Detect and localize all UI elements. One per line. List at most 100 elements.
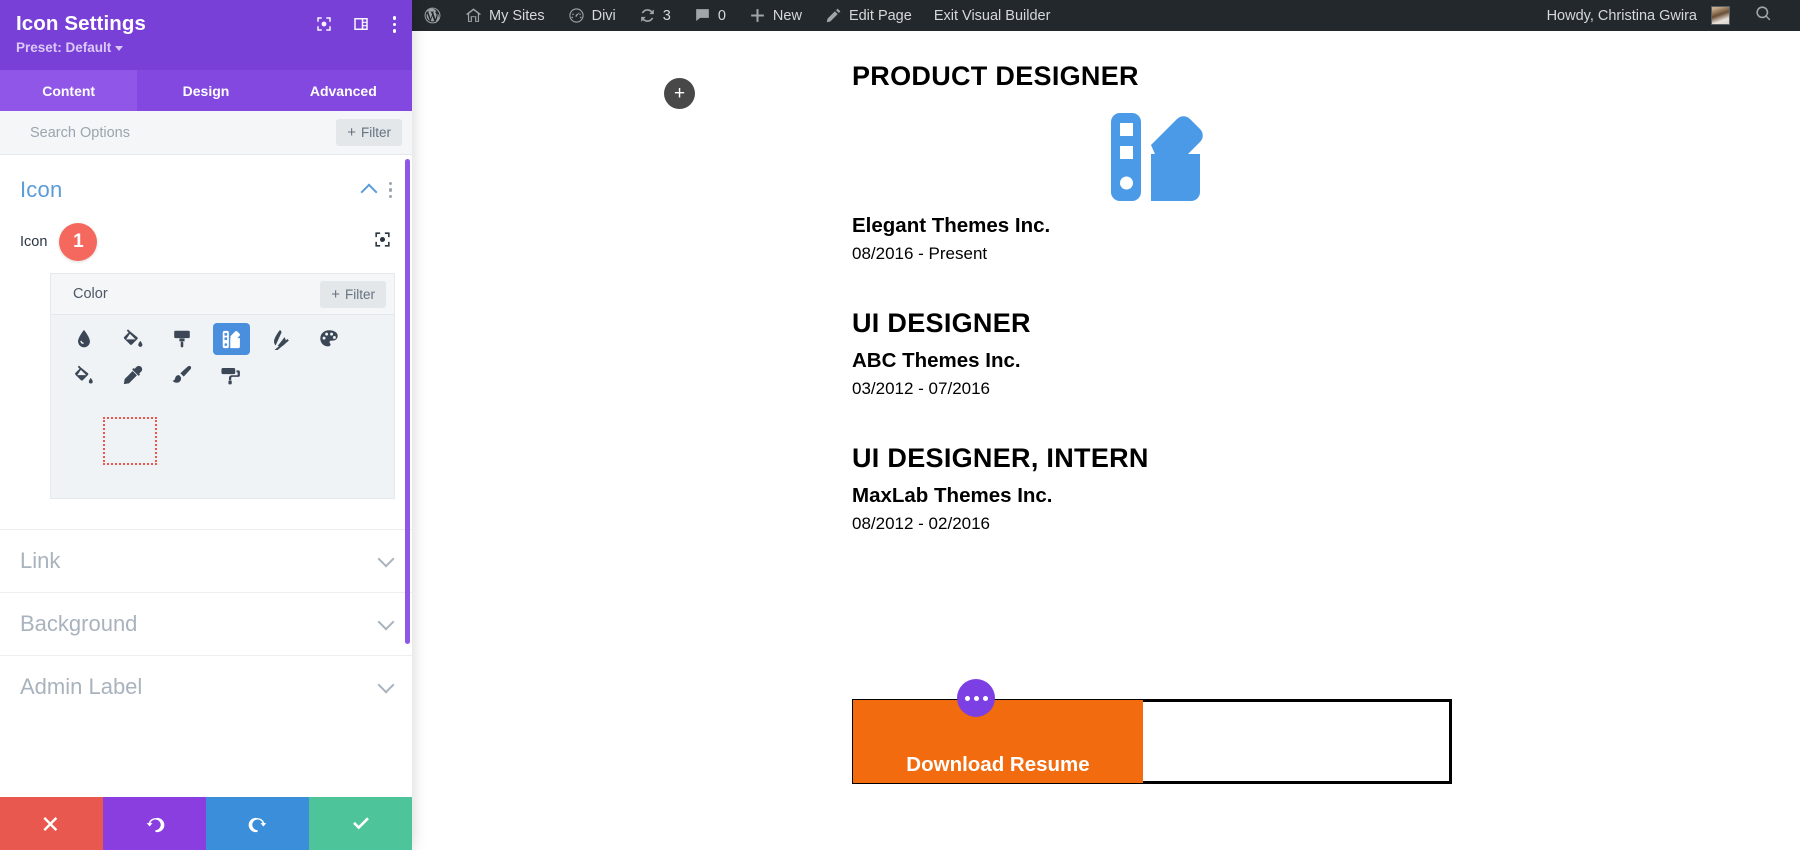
dot [982, 695, 988, 701]
admin-bar-label-my-sites: My Sites [489, 7, 545, 24]
target-icon[interactable] [315, 15, 333, 33]
panel-body: Icon Icon 1 Color + Filter Link Backgrou… [0, 155, 412, 797]
job-company: MaxLab Themes Inc. [852, 484, 1053, 507]
paint-roller-icon [221, 368, 241, 385]
icon-search-input[interactable] [59, 286, 321, 302]
dot [964, 695, 970, 701]
chevron-down-icon [377, 676, 395, 693]
cancel-button[interactable] [0, 797, 103, 850]
icon-option-eye-dropper[interactable] [108, 357, 157, 393]
icon-option-paint-brush-wide[interactable] [157, 321, 206, 357]
dot [388, 194, 392, 199]
section-link-label: Link [20, 548, 61, 573]
job-dates: 08/2012 - 02/2016 [852, 514, 991, 533]
resume-content: PRODUCT DESIGNER Elegant Themes Inc. 08/… [852, 61, 1552, 534]
job-title: UI DESIGNER [852, 308, 1031, 338]
chevron-down-icon [377, 550, 395, 567]
icon-option-fill-drip[interactable] [108, 321, 157, 357]
account-menu[interactable]: Howdy, Christina Gwira [1536, 0, 1741, 31]
section-link[interactable]: Link [0, 529, 412, 592]
divi-icon [568, 8, 584, 23]
job-entry: UI DESIGNER ABC Themes Inc. 03/2012 - 07… [852, 308, 1552, 399]
target-icon[interactable] [373, 230, 392, 249]
admin-bar-item-divi[interactable]: Divi [556, 0, 627, 31]
kebab-menu-icon[interactable] [389, 14, 401, 35]
admin-bar-label-divi: Divi [591, 7, 616, 24]
eye-dropper-icon [123, 365, 142, 385]
panel-header: Icon Settings Preset: Default [0, 0, 412, 70]
panel-search-bar: + Filter [0, 111, 412, 155]
icon-filter-button[interactable]: + Filter [320, 280, 386, 308]
paint-brush-wide-icon [174, 330, 190, 348]
avatar [1711, 6, 1730, 25]
tab-content[interactable]: Content [0, 70, 138, 111]
icon-option-tint-slash[interactable] [256, 321, 305, 357]
admin-bar-search-button[interactable] [1741, 4, 1786, 27]
site-icon [466, 8, 481, 22]
preset-dropdown[interactable]: Preset: Default [16, 40, 146, 55]
admin-bar-label-new: New [772, 7, 802, 24]
icon-option-swatchbook[interactable] [212, 323, 250, 355]
section-admin-label-label: Admin Label [20, 674, 143, 699]
admin-bar-item-exit-visual-builder[interactable]: Exit Visual Builder [923, 0, 1062, 31]
fill-drip-icon [123, 329, 143, 347]
undo-button[interactable] [103, 797, 206, 850]
icon-settings-panel: Icon Settings Preset: Default Content De… [0, 0, 412, 850]
tint-slash-icon [272, 329, 289, 350]
panel-action-bar [0, 797, 412, 850]
updates-icon [640, 9, 654, 22]
panel-title-block: Icon Settings Preset: Default [16, 12, 146, 55]
panel-tabs: Content Design Advanced [0, 70, 412, 111]
icon-option-fill-bucket[interactable] [59, 357, 108, 393]
icon-option-palette[interactable] [305, 321, 354, 357]
chevron-up-icon[interactable] [360, 183, 377, 201]
swatchbook-icon [222, 330, 240, 348]
dot [392, 22, 396, 26]
icon-option-tint[interactable] [59, 321, 108, 357]
kebab-menu-icon[interactable] [388, 181, 392, 199]
icon-option-paint-roller[interactable] [207, 357, 256, 393]
job-entry: PRODUCT DESIGNER Elegant Themes Inc. 08/… [852, 61, 1552, 264]
admin-bar-label-edit-page: Edit Page [848, 7, 912, 24]
search-icon [1756, 6, 1771, 21]
redo-icon [248, 817, 266, 832]
add-module-button[interactable]: + [664, 78, 695, 109]
wp-admin-bar: My Sites Divi 3 0 New Edit Page Exit Vis… [412, 0, 1800, 31]
download-resume-button[interactable]: Download Resume [853, 700, 1143, 783]
search-input[interactable] [10, 124, 337, 141]
admin-bar-item-updates[interactable]: 3 [627, 0, 682, 31]
save-button[interactable] [309, 797, 412, 850]
admin-bar-item-edit-page[interactable]: Edit Page [813, 0, 923, 31]
tab-advanced[interactable]: Advanced [275, 70, 412, 111]
icon-field-label: Icon [20, 234, 48, 250]
icon-picker: + Filter [50, 273, 395, 499]
preset-label: Preset: Default [16, 40, 112, 55]
layout-icon[interactable] [352, 15, 370, 33]
admin-bar-item-my-sites[interactable]: My Sites [453, 0, 556, 31]
section-background[interactable]: Background [0, 592, 412, 655]
admin-bar-item-new[interactable]: New [737, 0, 813, 31]
wp-logo-menu[interactable] [412, 0, 453, 31]
module-options-button[interactable] [957, 679, 995, 717]
check-icon [352, 816, 369, 829]
filter-button-label: Filter [361, 125, 391, 140]
dot [392, 16, 396, 20]
page-canvas: + PRODUCT DESIGNER Elegant Themes Inc. 0… [412, 31, 1800, 850]
icon-option-paint-brush[interactable] [157, 357, 206, 393]
section-icon: Icon Icon 1 Color + Filter [0, 155, 412, 499]
admin-bar-right: Howdy, Christina Gwira [1536, 0, 1800, 31]
filter-button[interactable]: + Filter [336, 119, 402, 146]
section-header[interactable]: Icon [20, 177, 392, 203]
admin-bar-item-comments[interactable]: 0 [682, 0, 737, 31]
panel-header-actions [315, 14, 401, 35]
icon-field-actions [373, 230, 392, 254]
icon-picker-toolbar: + Filter [51, 274, 394, 315]
panel-scrollbar-thumb[interactable] [405, 159, 410, 644]
panel-scrollbar-track[interactable] [405, 155, 411, 691]
tab-design[interactable]: Design [137, 70, 274, 111]
redo-button[interactable] [206, 797, 309, 850]
admin-bar-updates-count: 3 [662, 7, 671, 24]
section-admin-label[interactable]: Admin Label [0, 655, 412, 718]
